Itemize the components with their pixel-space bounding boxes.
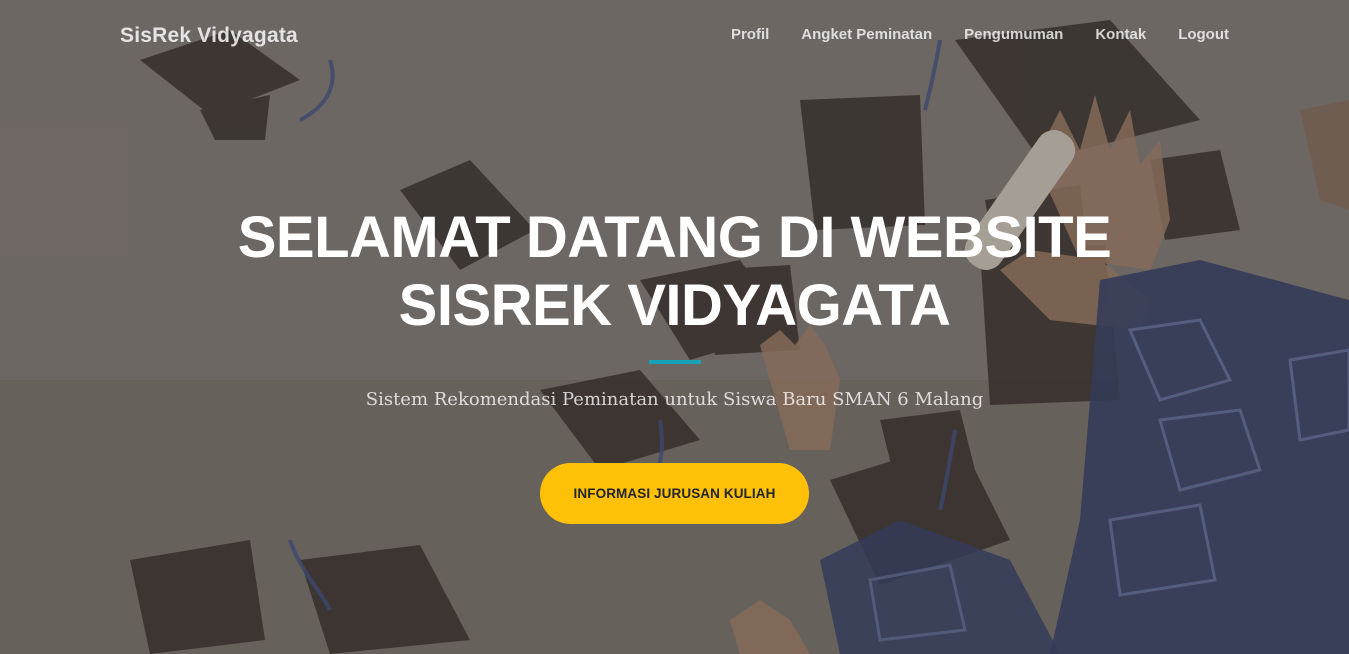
- navbar: SisRek Vidyagata Profil Angket Peminatan…: [0, 0, 1349, 72]
- nav-item-angket-peminatan: Angket Peminatan: [801, 26, 932, 44]
- hero-title: SELAMAT DATANG DI WEBSITE SISREK VIDYAGA…: [0, 204, 1349, 340]
- nav-item-profil: Profil: [731, 26, 769, 44]
- hero-divider: [649, 360, 701, 364]
- informasi-jurusan-kuliah-button[interactable]: INFORMASI JURUSAN KULIAH: [540, 463, 809, 524]
- nav-item-kontak: Kontak: [1095, 26, 1146, 44]
- nav-link-profil[interactable]: Profil: [731, 26, 769, 43]
- nav-link-angket-peminatan[interactable]: Angket Peminatan: [801, 26, 932, 43]
- nav-item-logout: Logout: [1178, 26, 1229, 44]
- hero-subtitle: Sistem Rekomendasi Peminatan untuk Siswa…: [365, 389, 984, 410]
- nav-links: Profil Angket Peminatan Pengumuman Konta…: [731, 26, 1229, 44]
- hero-title-line-1: SELAMAT DATANG DI WEBSITE: [237, 205, 1112, 270]
- nav-link-pengumuman[interactable]: Pengumuman: [964, 26, 1063, 43]
- nav-link-logout[interactable]: Logout: [1178, 26, 1229, 43]
- nav-item-pengumuman: Pengumuman: [964, 26, 1063, 44]
- hero-section: SisRek Vidyagata Profil Angket Peminatan…: [0, 0, 1349, 654]
- nav-link-kontak[interactable]: Kontak: [1095, 26, 1146, 43]
- hero-title-line-2: SISREK VIDYAGATA: [398, 273, 951, 338]
- brand-logo-link[interactable]: SisRek Vidyagata: [120, 24, 298, 48]
